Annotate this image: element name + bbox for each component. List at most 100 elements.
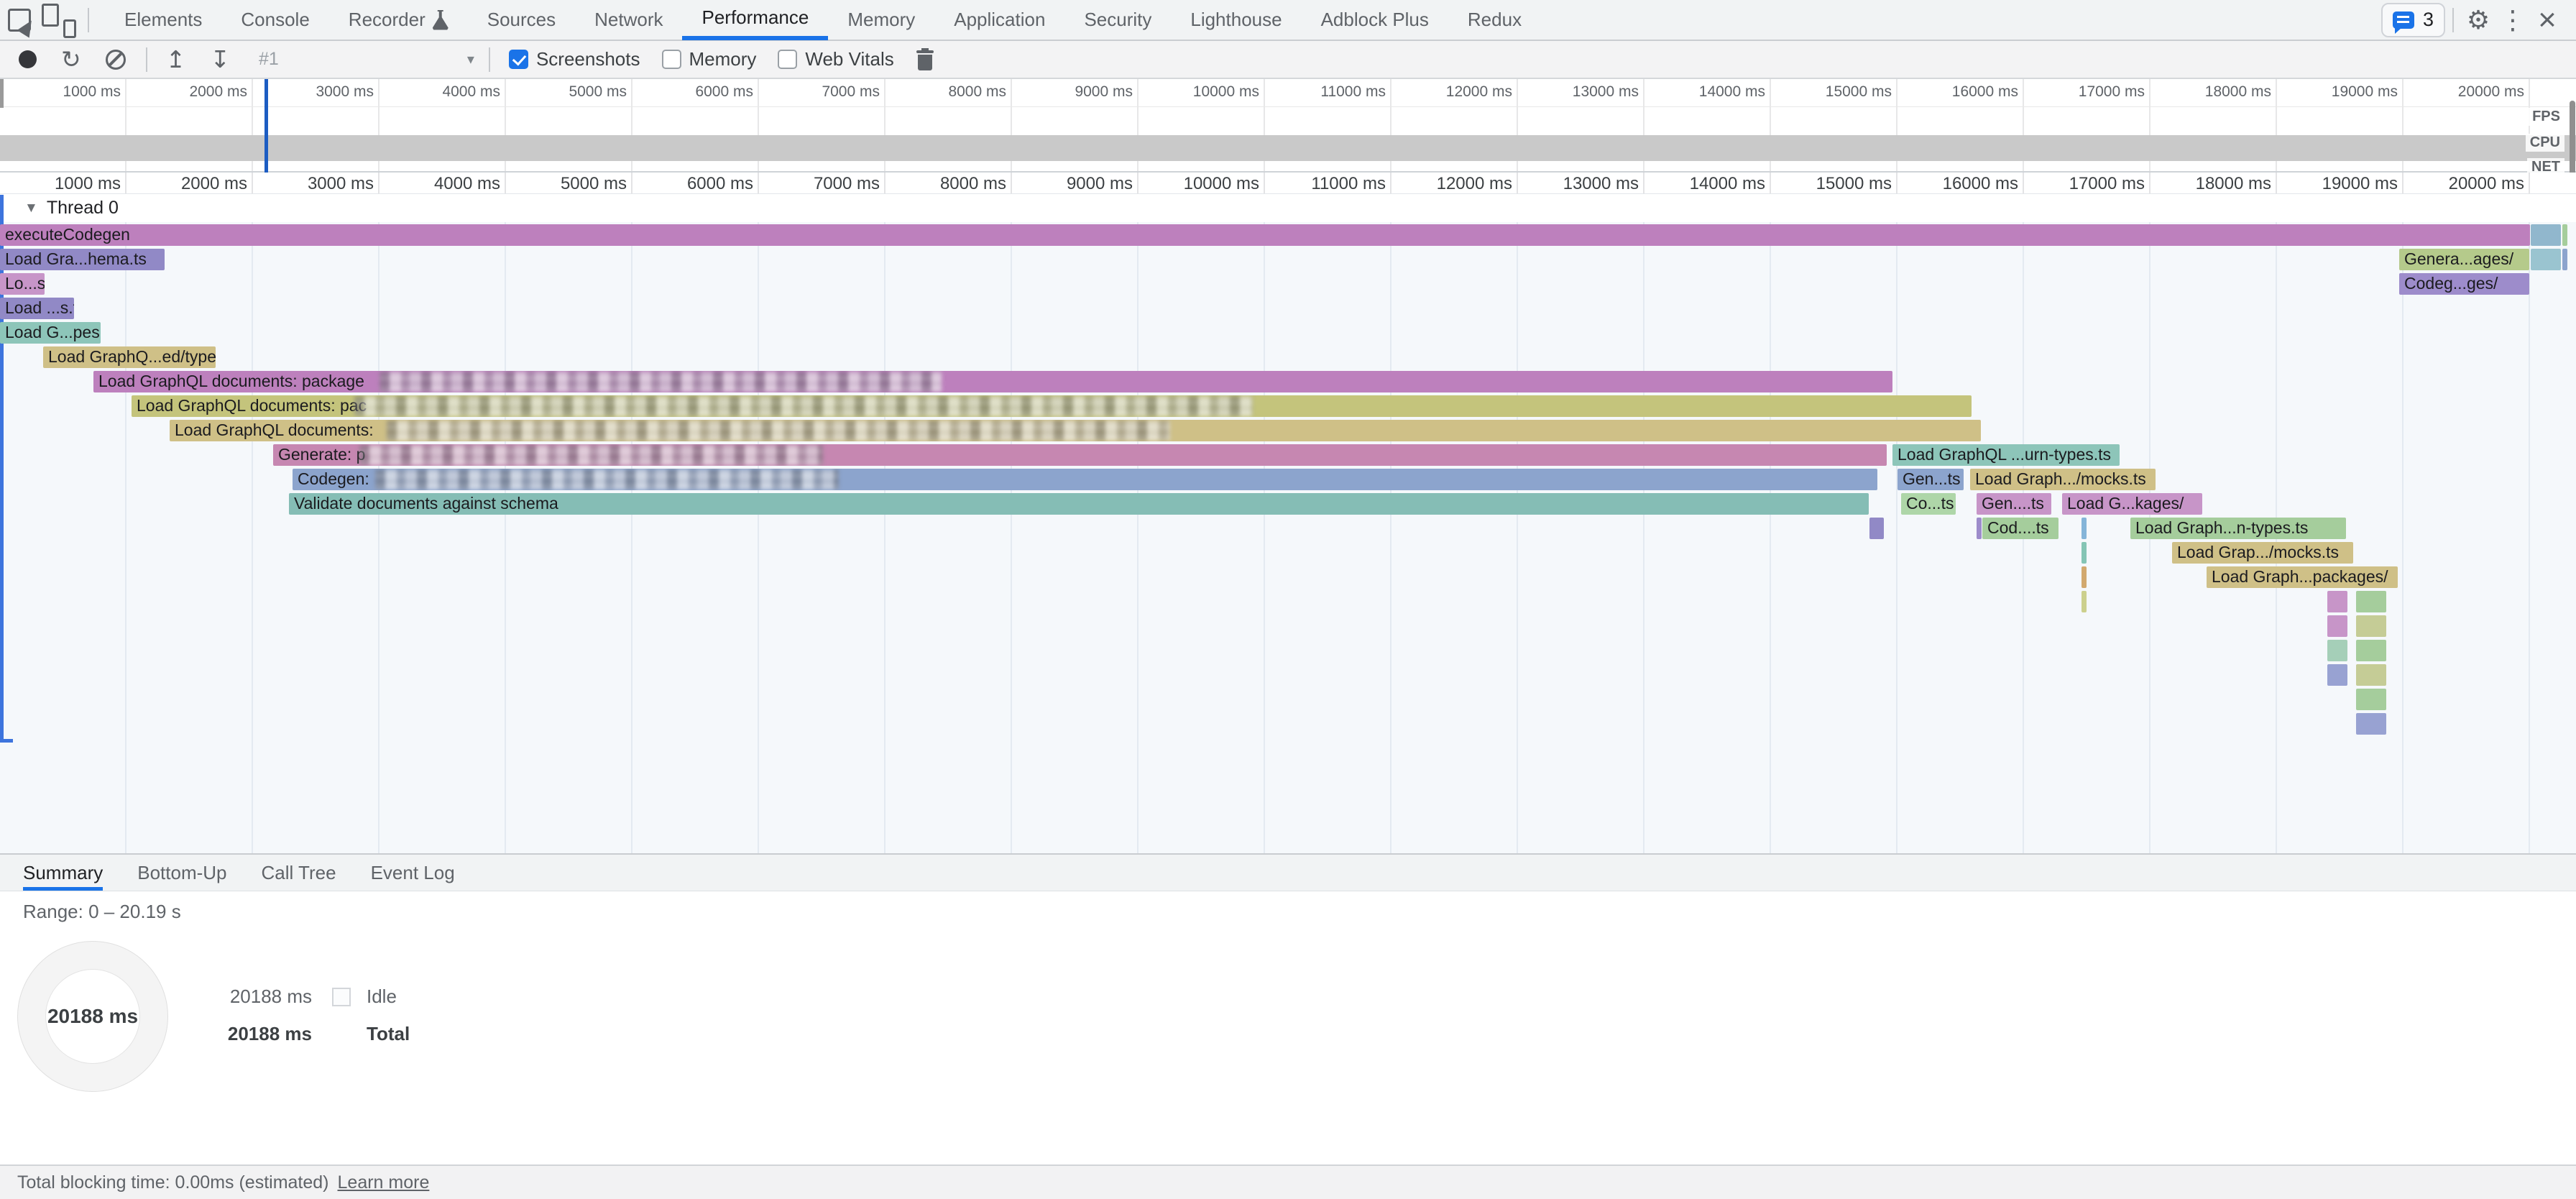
thread-header-row: [0, 195, 2576, 222]
legend-value: 20188 ms: [218, 1023, 312, 1045]
flame-event-executecodegen[interactable]: executeCodegen: [0, 224, 2530, 246]
history-dropdown[interactable]: #1 ▾: [259, 49, 474, 70]
flame-event-block[interactable]: [2356, 713, 2386, 735]
inspect-element-icon[interactable]: [0, 1, 39, 40]
flame-event-load-grap-mocks-ts[interactable]: Load Grap.../mocks.ts: [2172, 542, 2353, 564]
summary-donut-chart: 20188 ms: [17, 941, 168, 1092]
flame-event-block[interactable]: [2562, 224, 2567, 246]
flame-event-label: Load G...kages/: [2067, 494, 2184, 513]
tab-console[interactable]: Console: [221, 0, 328, 40]
flame-event-block[interactable]: [2356, 689, 2386, 710]
flame-event-codeg-ges[interactable]: Codeg...ges/: [2399, 273, 2529, 295]
flame-event-generate-p[interactable]: Generate: p: [273, 444, 1887, 466]
flame-event-block[interactable]: [2082, 518, 2087, 539]
scrollbar-thumb[interactable]: [2570, 101, 2575, 175]
clear-recording-icon[interactable]: [106, 50, 126, 70]
issues-button[interactable]: 3: [2381, 3, 2445, 37]
settings-gear-icon[interactable]: ⚙: [2461, 5, 2496, 35]
flame-event-load-graphql-documents[interactable]: Load GraphQL documents:: [170, 420, 1981, 441]
ruler-tick-label: 6000 ms: [618, 174, 753, 193]
overview-playhead-marker[interactable]: [264, 79, 268, 173]
record-button[interactable]: [19, 50, 37, 68]
garbage-collect-icon[interactable]: [916, 48, 934, 71]
learn-more-link[interactable]: Learn more: [338, 1172, 430, 1193]
flame-event-load-graphql-urn-types-ts[interactable]: Load GraphQL ...urn-types.ts: [1892, 444, 2120, 466]
flame-event-load-s-ts[interactable]: Load ...s.ts: [0, 298, 74, 319]
tab-lighthouse[interactable]: Lighthouse: [1171, 0, 1301, 40]
flame-event-gen-ts[interactable]: Gen....ts: [1977, 493, 2051, 515]
flame-event-load-graphql-documents-package[interactable]: Load GraphQL documents: package: [93, 371, 1892, 392]
flame-event-load-graphq-ed-types-ts[interactable]: Load GraphQ...ed/types.ts: [43, 346, 216, 368]
ruler-tick-label: 4000 ms: [365, 83, 500, 101]
tab-network[interactable]: Network: [575, 0, 682, 40]
flamechart-ruler: 1000 ms2000 ms3000 ms4000 ms5000 ms6000 …: [0, 173, 2576, 194]
more-options-icon[interactable]: ⋮: [2496, 5, 2530, 35]
screenshots-checkbox[interactable]: Screenshots: [509, 48, 640, 70]
redacted-text-blur: [354, 396, 1253, 416]
flame-event-load-graph-mocks-ts[interactable]: Load Graph.../mocks.ts: [1970, 469, 2156, 490]
flame-event-block[interactable]: [2356, 640, 2386, 661]
tab-performance[interactable]: Performance: [682, 0, 828, 40]
tab-sources[interactable]: Sources: [468, 0, 575, 40]
flame-event-label: Codegen:: [298, 469, 369, 488]
tab-security[interactable]: Security: [1064, 0, 1171, 40]
tab-label: Performance: [702, 0, 809, 36]
tab-call-tree[interactable]: Call Tree: [262, 855, 336, 891]
reload-and-record-icon[interactable]: ↻: [61, 47, 81, 71]
device-toolbar-icon[interactable]: [39, 1, 78, 40]
flame-event-load-gra-hema-ts[interactable]: Load Gra...hema.ts: [0, 249, 165, 270]
flame-event-validate-documents-against-schema[interactable]: Validate documents against schema: [289, 493, 1869, 515]
flame-event-block[interactable]: [2327, 640, 2347, 661]
tab-adblock-plus[interactable]: Adblock Plus: [1302, 0, 1448, 40]
ruler-tick-label: 5000 ms: [492, 174, 627, 193]
flame-event-block[interactable]: [2327, 615, 2347, 637]
flame-event-load-graph-packages[interactable]: Load Graph...packages/: [2207, 566, 2398, 588]
flame-event-block[interactable]: [1977, 518, 1982, 539]
flame-event-gen-ts[interactable]: Gen...ts: [1898, 469, 1964, 490]
tab-recorder[interactable]: Recorder: [329, 0, 468, 40]
tab-memory[interactable]: Memory: [828, 0, 934, 40]
flame-event-block[interactable]: [2082, 542, 2087, 564]
flame-event-genera-ages[interactable]: Genera...ages/: [2399, 249, 2529, 270]
tab-event-log[interactable]: Event Log: [371, 855, 455, 891]
ruler-tick-label: 16000 ms: [1883, 174, 2018, 193]
overview-left-handle[interactable]: [0, 79, 4, 108]
flame-event-label: Generate: p: [278, 445, 365, 464]
flame-event-block[interactable]: [2562, 249, 2567, 270]
flame-event-block[interactable]: [2082, 591, 2087, 612]
memory-checkbox[interactable]: Memory: [662, 48, 757, 70]
timeline-overview[interactable]: 1000 ms2000 ms3000 ms4000 ms5000 ms6000 …: [0, 79, 2576, 173]
flame-event-load-g-pes-ts[interactable]: Load G...pes.ts: [0, 322, 101, 344]
load-profile-icon[interactable]: ↥: [166, 47, 186, 71]
flame-event-load-g-kages[interactable]: Load G...kages/: [2062, 493, 2202, 515]
flame-event-block[interactable]: [2327, 591, 2347, 612]
tab-summary[interactable]: Summary: [23, 855, 103, 891]
flame-event-block[interactable]: [2356, 615, 2386, 637]
flame-event-block[interactable]: [2356, 591, 2386, 612]
ruler-tick-label: 7000 ms: [745, 174, 880, 193]
flame-event-co-ts[interactable]: Co...ts: [1901, 493, 1956, 515]
flame-event-block[interactable]: [2531, 224, 2561, 246]
flame-event-block[interactable]: [2356, 664, 2386, 686]
flame-event-load-graphql-documents-pac[interactable]: Load GraphQL documents: pac: [132, 395, 1972, 417]
tab-bottom-up[interactable]: Bottom-Up: [137, 855, 226, 891]
tab-application[interactable]: Application: [934, 0, 1064, 40]
flame-event-cod-ts[interactable]: Cod....ts: [1982, 518, 2058, 539]
checkbox-box: [662, 50, 681, 69]
web-vitals-checkbox[interactable]: Web Vitals: [778, 48, 893, 70]
flame-chart[interactable]: ▼ Thread 0 executeCodegen Load Gra...hema…: [0, 195, 2576, 853]
flame-event-codegen[interactable]: Codegen:: [293, 469, 1877, 490]
thread-toggle[interactable]: ▼ Thread 0: [24, 198, 119, 219]
tab-elements[interactable]: Elements: [105, 0, 221, 40]
close-icon[interactable]: ×: [2530, 2, 2564, 38]
tab-redux[interactable]: Redux: [1448, 0, 1541, 40]
save-profile-icon[interactable]: ↧: [210, 47, 230, 71]
flame-event-block[interactable]: [2531, 249, 2561, 270]
flame-event-block[interactable]: [2327, 664, 2347, 686]
ruler-tick-label: 4000 ms: [365, 174, 500, 193]
flame-event-block[interactable]: [1869, 518, 1884, 539]
tabbar-right-controls: 3 ⚙ ⋮ ×: [2381, 2, 2576, 38]
flame-event-load-graph-n-types-ts[interactable]: Load Graph...n-types.ts: [2130, 518, 2346, 539]
flame-event-block[interactable]: [2082, 566, 2087, 588]
flame-event-lo-s[interactable]: Lo...s: [0, 273, 45, 295]
